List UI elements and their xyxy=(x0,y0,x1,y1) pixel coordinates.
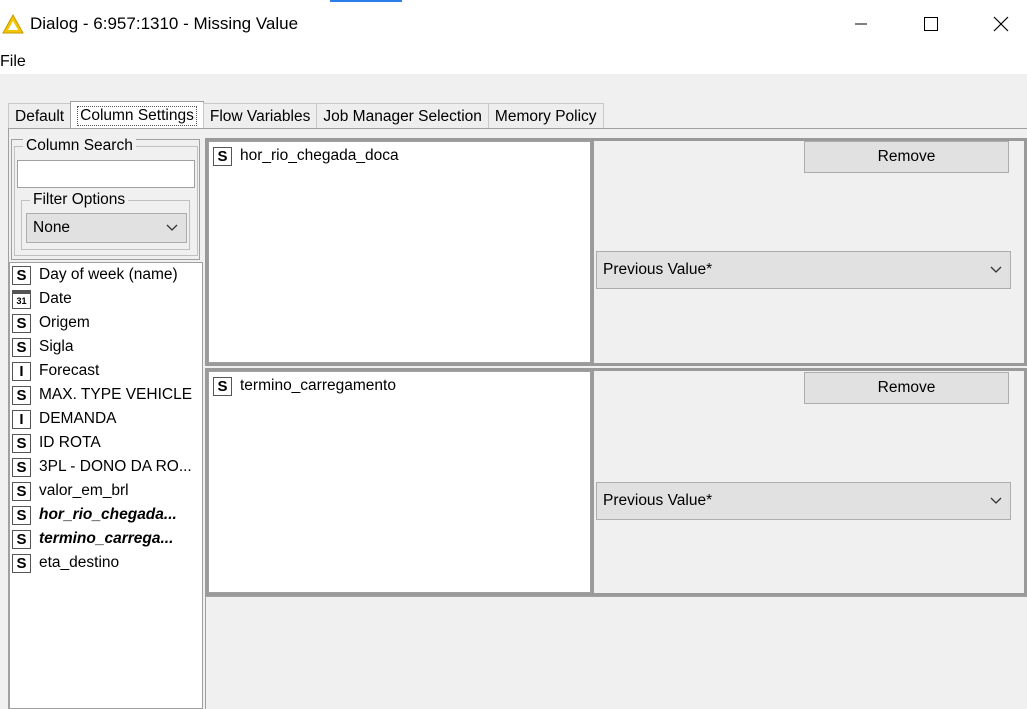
integer-type-icon: I xyxy=(12,409,31,429)
filter-options-legend: Filter Options xyxy=(30,191,129,209)
column-list-item[interactable]: S ID ROTA xyxy=(12,432,101,454)
column-list-item[interactable]: Shor_rio_chegada... xyxy=(12,504,177,526)
remove-button-1[interactable]: Remove xyxy=(804,141,1009,173)
filter-options-select[interactable]: None xyxy=(26,213,187,243)
warning-triangle-icon xyxy=(2,14,24,34)
integer-type-icon: I xyxy=(12,361,31,381)
setting-column-list-2: S termino_carregamento xyxy=(208,371,591,593)
string-type-icon: S xyxy=(12,505,31,525)
method-value: Previous Value* xyxy=(603,261,713,278)
column-name: Date xyxy=(39,290,72,307)
tab-label: Default xyxy=(15,107,65,125)
chevron-down-icon xyxy=(990,497,1002,504)
tab-strip: Default Column Settings Flow Variables J… xyxy=(8,101,604,129)
menu-bar: File xyxy=(0,48,1027,74)
tab-label: Flow Variables xyxy=(209,107,311,125)
calendar-type-icon: 31 xyxy=(12,289,31,309)
string-type-icon: S xyxy=(12,481,31,501)
column-list-item[interactable]: S MAX. TYPE VEHICLE xyxy=(12,384,192,406)
window-title: Dialog - 6:957:1310 - Missing Value xyxy=(30,14,299,33)
string-type-icon: S xyxy=(12,553,31,573)
column-name: ID ROTA xyxy=(39,434,101,451)
setting-column-item[interactable]: S termino_carregamento xyxy=(213,375,396,397)
remove-button-2[interactable]: Remove xyxy=(804,372,1009,404)
string-type-icon: S xyxy=(12,265,31,285)
chevron-down-icon xyxy=(166,224,178,231)
column-name: hor_rio_chegada... xyxy=(39,506,177,523)
column-list-item[interactable]: S Origem xyxy=(12,312,90,334)
setting-column-list-1: S hor_rio_chegada_doca xyxy=(208,141,591,363)
panel-divider xyxy=(591,371,594,593)
column-name: Sigla xyxy=(39,338,74,355)
column-setting-panel-2: S termino_carregamento Remove Previous V… xyxy=(205,368,1027,596)
chevron-down-icon xyxy=(990,266,1002,273)
tab-label: Column Settings xyxy=(77,105,197,126)
empty-settings-area xyxy=(205,596,1027,709)
column-list-item[interactable]: Seta_destino xyxy=(12,552,119,574)
maximize-button[interactable] xyxy=(908,8,954,40)
string-type-icon: S xyxy=(12,529,31,549)
panel-divider xyxy=(591,141,594,363)
tab-flow-variables[interactable]: Flow Variables xyxy=(202,103,318,129)
close-button[interactable] xyxy=(978,8,1024,40)
column-list-item[interactable]: S 3PL - DONO DA RO... xyxy=(12,456,192,478)
tab-label: Memory Policy xyxy=(494,107,597,125)
column-name: 3PL - DONO DA RO... xyxy=(39,458,192,475)
filter-options-value: None xyxy=(33,219,71,236)
title-bar: Dialog - 6:957:1310 - Missing Value xyxy=(0,0,1027,48)
tab-memory-policy[interactable]: Memory Policy xyxy=(487,103,604,129)
column-list-item[interactable]: I DEMANDA xyxy=(12,408,117,430)
tab-default[interactable]: Default xyxy=(8,103,72,129)
column-list-item[interactable]: I Forecast xyxy=(12,360,99,382)
minimize-icon xyxy=(855,23,867,25)
string-type-icon: S xyxy=(12,433,31,453)
method-select-2[interactable]: Previous Value* xyxy=(596,482,1011,520)
column-list-item[interactable]: Stermino_carrega... xyxy=(12,528,173,550)
column-setting-panel-1: S hor_rio_chegada_doca Remove Previous V… xyxy=(205,138,1027,366)
string-type-icon: S xyxy=(12,457,31,477)
column-list-item[interactable]: 31 Date xyxy=(12,288,72,310)
column-name: eta_destino xyxy=(39,554,120,571)
column-name: Origem xyxy=(39,314,90,331)
maximize-icon xyxy=(924,17,938,31)
string-type-icon: S xyxy=(213,376,232,396)
setting-column-name: hor_rio_chegada_doca xyxy=(240,147,399,164)
setting-column-item[interactable]: S hor_rio_chegada_doca xyxy=(213,145,399,167)
close-icon xyxy=(993,16,1009,32)
menu-file[interactable]: File xyxy=(0,53,26,71)
setting-column-name: termino_carregamento xyxy=(240,377,396,394)
column-list-item[interactable]: S Sigla xyxy=(12,336,73,358)
tab-job-manager-selection[interactable]: Job Manager Selection xyxy=(316,103,489,129)
column-name: termino_carrega... xyxy=(39,530,174,547)
method-select-1[interactable]: Previous Value* xyxy=(596,251,1011,289)
string-type-icon: S xyxy=(12,337,31,357)
column-search-legend: Column Search xyxy=(23,137,136,155)
column-name: valor_em_brl xyxy=(39,482,129,499)
tab-column-settings[interactable]: Column Settings xyxy=(70,101,204,129)
column-name: DEMANDA xyxy=(39,410,117,427)
column-name: Day of week (name) xyxy=(39,266,178,283)
string-type-icon: S xyxy=(12,313,31,333)
title-accent-line xyxy=(330,0,402,2)
column-search-input[interactable] xyxy=(17,160,195,188)
column-list[interactable]: S Day of week (name) 31 Date S Origem S Sigla I F… xyxy=(9,262,203,709)
column-list-item[interactable]: S Day of week (name) xyxy=(12,264,178,286)
column-name: MAX. TYPE VEHICLE xyxy=(39,386,193,403)
column-list-item[interactable]: Svalor_em_brl xyxy=(12,480,129,502)
tab-label: Job Manager Selection xyxy=(323,107,482,125)
minimize-button[interactable] xyxy=(838,8,884,40)
string-type-icon: S xyxy=(12,385,31,405)
column-name: Forecast xyxy=(39,362,100,379)
string-type-icon: S xyxy=(213,146,232,166)
method-value: Previous Value* xyxy=(603,492,713,509)
